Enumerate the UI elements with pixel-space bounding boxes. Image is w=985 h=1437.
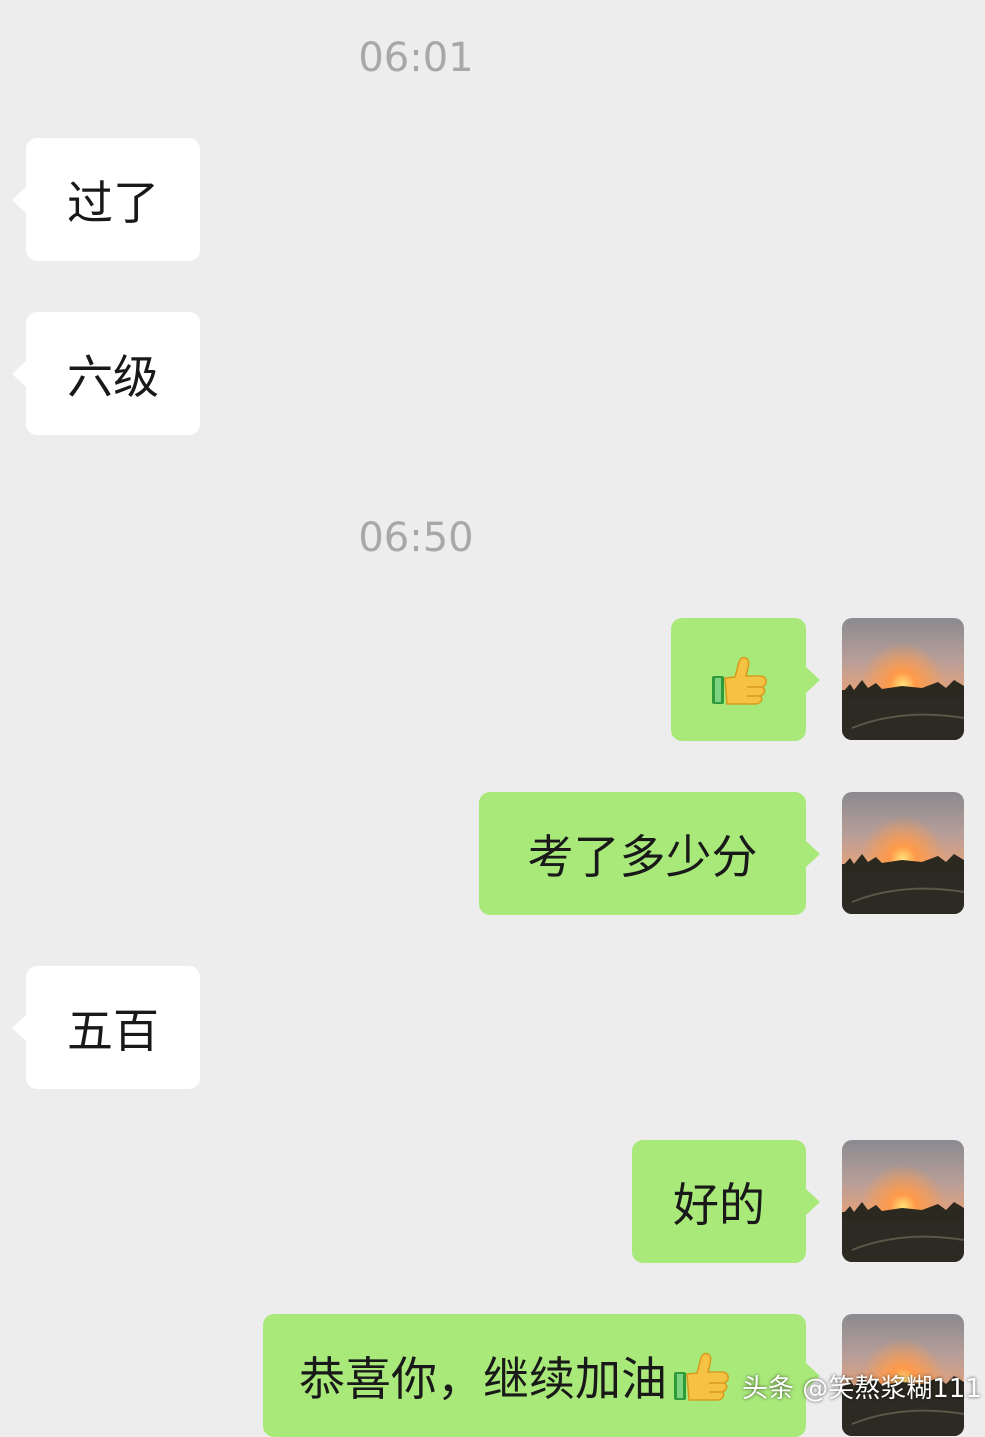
thumbs-up-icon: [671, 1346, 731, 1406]
incoming-message-bubble[interactable]: 过了: [12, 138, 200, 261]
message-text: 恭喜你，继续加油: [299, 1351, 667, 1406]
thumbs-up-icon: [709, 650, 769, 710]
user-avatar[interactable]: [842, 792, 964, 914]
message-text: 过了: [67, 175, 159, 230]
incoming-message-bubble[interactable]: 六级: [12, 312, 200, 435]
timestamp: 06:50: [358, 515, 474, 561]
outgoing-message-bubble[interactable]: [671, 618, 820, 741]
message-text: 五百: [67, 1003, 159, 1058]
user-avatar[interactable]: [842, 1140, 964, 1262]
outgoing-message-bubble[interactable]: 好的: [632, 1140, 820, 1263]
outgoing-message-bubble[interactable]: 考了多少分: [479, 792, 820, 915]
user-avatar[interactable]: [842, 618, 964, 740]
message-text: 六级: [67, 349, 159, 404]
watermark: 头条 @笑熬浆糊111: [742, 1374, 982, 1404]
outgoing-message-bubble[interactable]: 恭喜你，继续加油: [263, 1314, 820, 1437]
message-text: 考了多少分: [527, 829, 758, 884]
message-text: 好的: [673, 1177, 765, 1232]
incoming-message-bubble[interactable]: 五百: [12, 966, 200, 1089]
timestamp: 06:01: [358, 35, 474, 81]
